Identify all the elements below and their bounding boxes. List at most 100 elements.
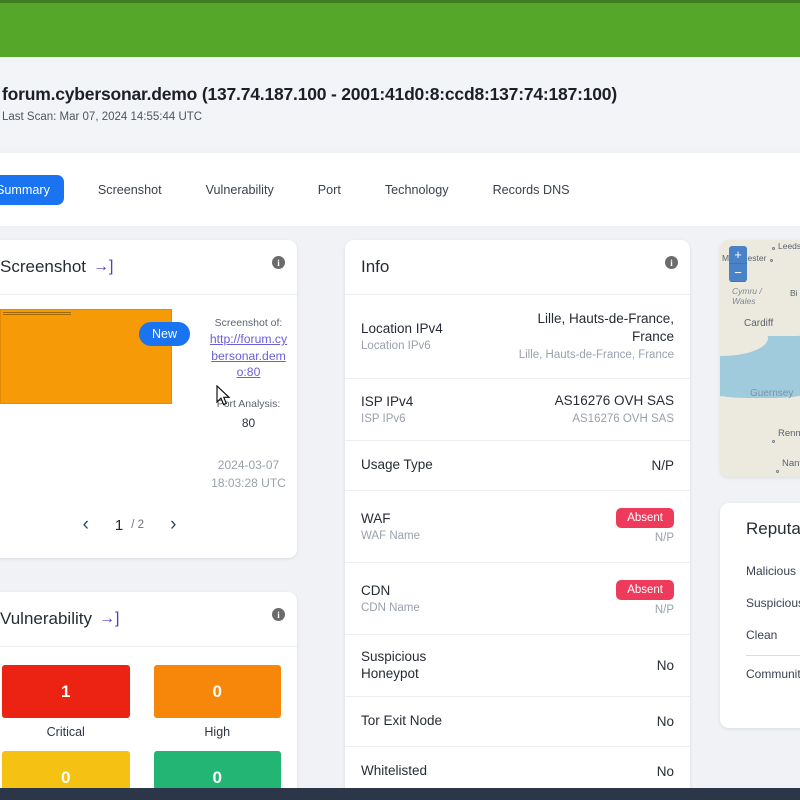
map-label-guernsey: Guernsey [750, 388, 794, 399]
host-header: forum.cybersonar.demo (137.74.187.100 - … [0, 62, 800, 147]
map-card[interactable]: + − Leeds Manchester Cymru / Wales Cardi… [720, 240, 800, 477]
vulnerability-card-title: Vulnerability [0, 609, 92, 628]
vuln-count-high: 0 [153, 665, 281, 718]
info-row-key-block: Suspicious Honeypot [361, 649, 486, 683]
info-row-value-block: N/P [651, 457, 674, 475]
info-icon[interactable]: i [272, 256, 285, 269]
tab-port[interactable]: Port [304, 175, 355, 205]
info-key: CDN [361, 582, 391, 598]
map-label-wales: Cymru / Wales [732, 286, 762, 307]
thumbnail-text-lines [3, 312, 71, 316]
info-value-sub: Lille, Hauts-de-France, France [518, 349, 674, 362]
info-row-value-block: No [657, 713, 674, 731]
info-key: Location IPv4 [361, 320, 443, 336]
vuln-cell-high[interactable]: 0 High [153, 665, 281, 739]
pager-next-icon[interactable]: › [170, 514, 176, 536]
info-value: Lille, Hauts-de-France, France [537, 310, 674, 344]
info-row-value-block: Absent N/P [616, 507, 674, 546]
info-value: No [656, 713, 674, 729]
info-row-key-block: CDN CDN Name [361, 583, 420, 615]
map-label-rennes: Rennes [778, 428, 800, 439]
tab-technology[interactable]: Technology [371, 175, 463, 205]
map-label-bi: Bi [790, 288, 798, 298]
info-key-sub: CDN Name [361, 602, 420, 615]
info-row-location: Location IPv4 Location IPv6 Lille, Hauts… [345, 295, 690, 379]
info-row-suspicious-honeypot: Suspicious Honeypot No [345, 635, 690, 697]
vulnerability-card: Vulnerability →] i 1 Critical 0 High 0 M… [0, 592, 297, 800]
info-key: Tor Exit Node [361, 713, 443, 729]
reputation-divider [746, 655, 800, 656]
last-scan-text: Last Scan: Mar 07, 2024 14:55:44 UTC [2, 111, 203, 123]
screenshot-card-title: Screenshot [0, 257, 86, 276]
vulnerability-card-header: Vulnerability →] i [0, 592, 297, 647]
reputation-item-malicious: Malicious [746, 564, 797, 578]
info-key: Suspicious Honeypot [361, 648, 427, 681]
info-row-key-block: Tor Exit Node [361, 713, 442, 730]
top-green-banner [0, 0, 800, 57]
info-value: No [656, 657, 674, 673]
info-icon[interactable]: i [272, 608, 285, 621]
info-row-value-block: Absent N/P [616, 579, 674, 618]
pager-prev-icon[interactable]: ‹ [83, 514, 89, 536]
info-value: No [656, 763, 674, 779]
map-dot-manchester [770, 259, 773, 262]
info-row-value-block: Lille, Hauts-de-France, France Lille, Ha… [499, 310, 674, 363]
screenshot-datetime: 2024-03-07 18:03:28 UTC [208, 456, 289, 492]
info-icon[interactable]: i [665, 256, 678, 269]
info-value: AS16276 OVH SAS [554, 392, 674, 408]
info-row-key-block: Location IPv4 Location IPv6 [361, 321, 443, 353]
zoom-in-button[interactable]: + [729, 246, 747, 264]
tab-vulnerability[interactable]: Vulnerability [192, 175, 288, 205]
screenshot-pagination: ‹ 1 / 2 › [0, 492, 297, 558]
info-row-key-block: WAF WAF Name [361, 511, 420, 543]
vuln-count-critical: 1 [2, 665, 130, 718]
status-badge-waf: Absent [616, 507, 674, 528]
screenshot-card-header: Screenshot →] i [0, 240, 297, 295]
info-row-value-block: No [657, 657, 674, 675]
open-external-icon[interactable]: →] [93, 259, 113, 275]
screenshot-date: 2024-03-07 [217, 457, 280, 472]
page-title: forum.cybersonar.demo (137.74.187.100 - … [2, 84, 617, 104]
new-badge[interactable]: New [138, 322, 190, 346]
info-card-title: Info [361, 257, 390, 276]
map-dot-rennes [772, 440, 775, 443]
port-analysis-value: 80 [241, 415, 256, 430]
info-value-sub: N/P [654, 603, 674, 616]
screenshot-url-link[interactable]: http://forum.cybersonar.demo:80 [208, 331, 289, 380]
reputation-item-suspicious: Suspicious [746, 596, 800, 610]
map-label-cardiff: Cardiff [744, 318, 774, 329]
reputation-list: Malicious Suspicious Clean Community [720, 539, 800, 690]
info-card-header: Info i [345, 240, 690, 295]
info-row-value-block: No [657, 763, 674, 781]
screenshot-body: New Screenshot of: http://forum.cyberson… [0, 295, 297, 525]
info-value: N/P [651, 457, 674, 473]
tab-screenshot[interactable]: Screenshot [84, 175, 176, 205]
location-map[interactable]: + − Leeds Manchester Cymru / Wales Cardi… [720, 240, 800, 477]
info-row-tor-exit-node: Tor Exit Node No [345, 697, 690, 747]
info-key: ISP IPv4 [361, 393, 414, 409]
tab-records-dns[interactable]: Records DNS [479, 175, 584, 205]
map-label-nantes: Nantes [782, 458, 800, 469]
vuln-label-critical: Critical [46, 725, 85, 739]
reputation-card-title: Reputation [746, 519, 800, 538]
tab-summary[interactable]: Summary [0, 174, 64, 205]
info-key-sub: WAF Name [361, 530, 420, 543]
info-row-waf: WAF WAF Name Absent N/P [345, 491, 690, 563]
info-key: Usage Type [361, 457, 433, 473]
info-key-sub: ISP IPv6 [361, 413, 406, 426]
vuln-label-high: High [204, 725, 231, 739]
pager-total-pages: / 2 [131, 519, 145, 531]
zoom-out-button[interactable]: − [729, 264, 747, 282]
info-key: Whitelisted [361, 763, 428, 779]
vuln-cell-critical[interactable]: 1 Critical [2, 665, 130, 739]
map-zoom-controls[interactable]: + − [729, 246, 747, 282]
footer-bar [0, 788, 800, 800]
app-root: forum.cybersonar.demo (137.74.187.100 - … [0, 0, 800, 800]
open-external-icon[interactable]: →] [99, 611, 119, 627]
status-badge-cdn: Absent [616, 579, 674, 600]
screenshot-thumbnail-wrap[interactable]: New [0, 309, 190, 404]
map-dot-leeds [772, 247, 775, 250]
info-value-sub: AS16276 OVH SAS [572, 413, 674, 426]
screenshot-caption: Screenshot of: [214, 317, 283, 329]
info-row-value-block: AS16276 OVH SAS AS16276 OVH SAS [555, 392, 674, 427]
